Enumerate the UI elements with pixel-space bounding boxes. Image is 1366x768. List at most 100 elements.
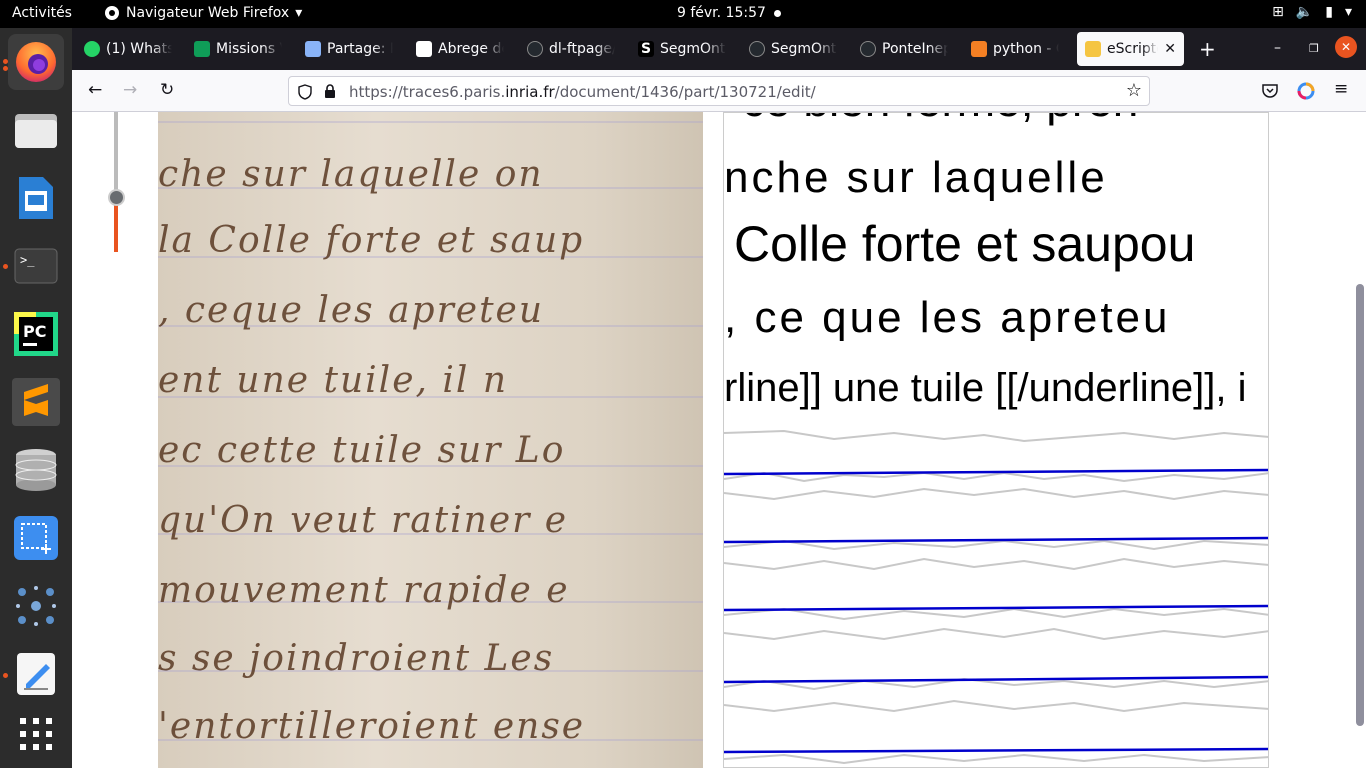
activities-button[interactable]: Activités <box>12 5 72 21</box>
screenshot-icon <box>14 516 58 560</box>
url-text[interactable]: https://traces6.paris.inria.fr/document/… <box>349 83 816 101</box>
github-icon <box>527 41 543 57</box>
manuscript-image-panel[interactable]: che sur laquelle on la Colle forte et sau… <box>158 112 703 768</box>
dock-terminal[interactable]: >_ <box>8 238 64 294</box>
manuscript-line: che sur laquelle on <box>158 154 544 195</box>
dock-database[interactable] <box>8 442 64 498</box>
transcription-line[interactable]: ce bien fermé, pren <box>742 113 1138 127</box>
github-icon <box>749 41 765 57</box>
tab-ponteinep[interactable]: PonteInep <box>852 32 958 66</box>
writer-icon <box>19 177 53 219</box>
text-editor-icon <box>17 653 55 695</box>
pocket-icon[interactable] <box>1262 83 1278 98</box>
transcription-line[interactable]: Colle forte et saupou <box>734 215 1195 273</box>
manuscript-line: , ceque les apreteu <box>158 290 545 331</box>
tab-segmonto-2[interactable]: SegmOnto <box>741 32 847 66</box>
notification-dot <box>774 10 781 17</box>
page-scrollbar[interactable] <box>1356 284 1364 726</box>
transcription-line[interactable]: , ce que les apreteu <box>724 293 1170 343</box>
sublime-icon <box>12 378 60 426</box>
app-menu[interactable]: Navigateur Web Firefox ▾ <box>104 5 302 21</box>
tab-missions[interactable]: Missions V <box>186 32 292 66</box>
app-grid-icon <box>20 718 52 750</box>
page-icon <box>305 41 321 57</box>
tab-python[interactable]: python - C <box>963 32 1069 66</box>
tab-abrege[interactable]: Abrege de <box>408 32 514 66</box>
app-name: Navigateur Web Firefox <box>126 5 290 21</box>
battery-icon[interactable]: ▮ <box>1325 4 1333 20</box>
tab-partage[interactable]: Partage: R <box>297 32 403 66</box>
system-tray[interactable]: ⊞ 🔈 ▮ ▾ <box>1272 4 1352 20</box>
github-icon <box>860 41 876 57</box>
url-suffix: /document/1436/part/130721/edit/ <box>554 83 816 101</box>
account-icon[interactable] <box>1297 82 1315 100</box>
terminal-icon: >_ <box>14 248 58 284</box>
url-domain: inria.fr <box>505 83 555 101</box>
menu-icon[interactable]: ≡ <box>1334 79 1348 99</box>
pycharm-icon: PC <box>14 312 58 356</box>
dock-sublime[interactable] <box>8 374 64 430</box>
dock-app-grid[interactable] <box>8 706 64 762</box>
forward-button[interactable]: → <box>123 80 137 100</box>
page-content: che sur laquelle on la Colle forte et sau… <box>72 112 1366 768</box>
sheets-icon <box>194 41 210 57</box>
chevron-down-icon: ▾ <box>295 5 303 21</box>
svg-text:PC: PC <box>23 322 46 341</box>
close-icon[interactable]: ✕ <box>1164 41 1176 57</box>
back-button[interactable]: ← <box>88 80 102 100</box>
running-indicator <box>3 59 8 64</box>
minimize-button[interactable]: – <box>1274 40 1281 56</box>
dock-writer[interactable] <box>8 170 64 226</box>
files-icon <box>15 114 57 148</box>
manuscript-line: la Colle forte et saup <box>158 220 585 261</box>
reload-button[interactable]: ↻ <box>160 80 174 100</box>
tab-whatsapp[interactable]: (1) WhatsA <box>76 32 182 66</box>
bookmark-star-icon[interactable]: ☆ <box>1126 80 1142 101</box>
transcription-line[interactable]: rline]] une tuile [[/underline]], i <box>724 366 1247 411</box>
url-bar[interactable]: https://traces6.paris.inria.fr/document/… <box>288 76 1150 106</box>
tab-label: eScripto <box>1107 41 1158 57</box>
lock-icon[interactable] <box>324 84 336 99</box>
manuscript-line: s se joindroient Les <box>158 638 555 679</box>
close-window-button[interactable]: ✕ <box>1335 36 1357 58</box>
document-icon <box>416 41 432 57</box>
tab-dl-ftpage[interactable]: dl-ftpage/ <box>519 32 625 66</box>
svg-text:>_: >_ <box>20 253 35 267</box>
network-icon[interactable]: ⊞ <box>1272 4 1284 20</box>
transcription-panel[interactable]: ce bien fermé, pren nche sur laquelle Co… <box>723 112 1269 768</box>
volume-icon[interactable]: 🔈 <box>1296 4 1313 20</box>
running-indicator <box>3 673 8 678</box>
segmentation-overlay[interactable] <box>724 429 1269 768</box>
dock-screenshot[interactable] <box>8 510 64 566</box>
dock-network[interactable] <box>8 578 64 634</box>
top-bar: Activités Navigateur Web Firefox ▾ 9 fév… <box>0 0 1366 28</box>
new-tab-button[interactable]: + <box>1199 37 1216 61</box>
manuscript-line: mouvement rapide e <box>158 570 570 611</box>
dock: >_ PC <box>0 28 72 768</box>
escriptorium-icon <box>1085 41 1101 57</box>
tab-label: python - C <box>993 41 1059 57</box>
navigation-bar: ← → ↻ https://traces6.paris.inria.fr/doc… <box>72 70 1366 112</box>
dock-files[interactable] <box>8 102 64 158</box>
clock[interactable]: 9 févr. 15:57 <box>677 5 766 21</box>
tab-label: PonteInep <box>882 41 948 57</box>
stackoverflow-icon <box>971 41 987 57</box>
running-indicator <box>3 264 8 269</box>
firefox-icon <box>16 42 56 82</box>
transcription-line[interactable]: nche sur laquelle <box>724 153 1108 203</box>
dock-text-editor[interactable] <box>8 646 64 702</box>
shield-icon[interactable] <box>298 84 312 100</box>
zoom-slider-handle[interactable] <box>108 189 125 206</box>
dock-firefox[interactable] <box>8 34 64 90</box>
zoom-slider-fill <box>114 198 118 252</box>
tab-label: Partage: R <box>327 41 393 57</box>
running-indicator <box>3 66 8 71</box>
manuscript-line: 'entortilleroient ense <box>158 706 586 747</box>
chevron-down-icon[interactable]: ▾ <box>1345 4 1352 20</box>
dock-pycharm[interactable]: PC <box>8 306 64 362</box>
tab-bar: (1) WhatsA Missions V Partage: R Abrege … <box>72 28 1366 70</box>
tab-label: SegmOnto <box>771 41 837 57</box>
maximize-button[interactable]: ❐ <box>1309 42 1319 55</box>
tab-segmonto-1[interactable]: S SegmOnto <box>630 32 736 66</box>
tab-escriptorium[interactable]: eScripto ✕ <box>1077 32 1184 66</box>
